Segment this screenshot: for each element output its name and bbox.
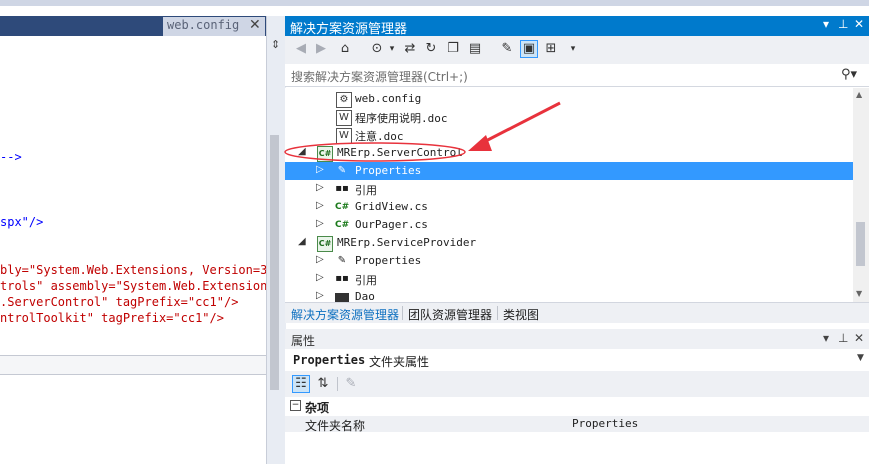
home-icon[interactable]: ⌂ (337, 41, 353, 57)
tree-item-references[interactable]: ▷ ▪▪ 引用 (285, 180, 853, 198)
code-line[interactable]: bly="System.Web.Extensions, Version=3. (0, 263, 275, 277)
code-editor[interactable] (0, 16, 266, 464)
main-toolbar-strip (0, 0, 869, 6)
csharp-project-icon: C# (317, 236, 333, 252)
code-line[interactable]: spx"/> (0, 215, 43, 229)
categorized-icon[interactable]: ☷ (292, 375, 310, 393)
solution-explorer-toolbar: ◀ ▶ ⌂ ⊙ ▾ ⇄ ↻ ❐ ▤ ✎ ▣ ⊞ ▾ (285, 36, 869, 64)
code-line[interactable]: trols" assembly="System.Web.Extensions, (0, 279, 282, 293)
show-all-files-icon[interactable]: ▤ (467, 41, 483, 57)
expand-arrow-icon[interactable]: ▷ (316, 218, 324, 229)
property-name: 文件夹名称 (305, 419, 366, 433)
refresh-icon[interactable]: ↻ (423, 41, 439, 57)
tab-label: web.config (167, 18, 240, 32)
properties-titlebar: 属性 ▾ ⊥ ✕ (285, 329, 869, 349)
expand-arrow-icon[interactable]: ▷ (316, 182, 324, 193)
expand-arrow-icon[interactable]: ▷ (316, 200, 324, 211)
forward-icon[interactable]: ▶ (313, 41, 329, 57)
explorer-tab-strip: 解决方案资源管理器 团队资源管理器 类视图 (285, 302, 869, 323)
tree-item-project[interactable]: ◢ C# MRErp.ServiceProvider (285, 234, 853, 252)
tree-item-label: Dao (355, 290, 375, 302)
property-row[interactable]: 文件夹名称 Properties (285, 416, 869, 433)
tree-item-label: GridView.cs (355, 200, 428, 213)
tree-item-label: MRErp.ServiceProvider (337, 236, 477, 249)
solution-explorer-title: 解决方案资源管理器 (290, 22, 408, 37)
references-icon: ▪▪ (335, 183, 349, 194)
tree-vertical-scrollbar[interactable]: ▲ ▼ (853, 88, 869, 302)
expand-arrow-icon[interactable]: ▷ (316, 272, 324, 283)
object-type: 文件夹属性 (369, 355, 430, 369)
close-icon[interactable]: ✕ (854, 17, 864, 31)
alphabetical-icon[interactable]: ⇅ (315, 376, 331, 392)
pin-icon[interactable]: ⊥ (838, 331, 848, 345)
csharp-file-icon: C# (335, 202, 350, 212)
solution-explorer-search[interactable]: 搜索解决方案资源管理器(Ctrl+;) ⚲▾ (285, 64, 869, 87)
back-icon[interactable]: ◀ (293, 41, 309, 57)
wrench-icon: ✎ (337, 255, 347, 266)
property-value[interactable]: Properties (572, 417, 638, 430)
code-line[interactable]: --> (0, 150, 22, 164)
tree-item-label: Properties (355, 254, 422, 267)
close-icon[interactable]: ✕ (249, 17, 261, 33)
references-icon: ▪▪ (335, 273, 349, 284)
preview-icon[interactable]: ▣ (520, 40, 538, 58)
expand-arrow-icon[interactable]: ▷ (316, 254, 324, 265)
collapse-icon[interactable]: − (290, 400, 301, 411)
expand-arrow-icon[interactable]: ▷ (316, 290, 324, 301)
scroll-up-icon[interactable]: ▲ (856, 90, 862, 99)
properties-toolbar: ☷ ⇅ ✎ (285, 371, 869, 397)
tree-item-properties[interactable]: ▷ ✎ Properties (285, 252, 853, 270)
search-input[interactable]: 搜索解决方案资源管理器(Ctrl+;) (291, 68, 468, 85)
tree-item-file[interactable]: ▷ C# OurPager.cs (285, 216, 853, 234)
arrow-head (468, 135, 492, 151)
collapse-all-icon[interactable]: ❐ (445, 41, 461, 57)
tree-item-references[interactable]: ▷ ▪▪ 引用 (285, 270, 853, 288)
code-line[interactable]: .ServerControl" tagPrefix="cc1"/> (0, 295, 238, 309)
arrow-shaft (477, 101, 561, 147)
solution-explorer-titlebar: 解决方案资源管理器 ▾ ⊥ ✕ (285, 16, 869, 37)
object-name: Properties (293, 353, 366, 367)
split-icon[interactable]: ⇕ (271, 38, 280, 51)
tree-item-file[interactable]: ▷ C# GridView.cs (285, 198, 853, 216)
editor-scrollbar-thumb[interactable] (270, 135, 279, 390)
class-diagram-icon[interactable]: ⊞ (543, 41, 559, 57)
window-position-dropdown-icon[interactable]: ▾ (823, 331, 829, 345)
search-icon[interactable]: ⚲▾ (841, 67, 857, 82)
chevron-down-icon[interactable]: ▼ (857, 353, 864, 363)
annotation-overlay (284, 101, 561, 162)
chevron-down-icon[interactable]: ▾ (384, 41, 400, 57)
tab-team-explorer[interactable]: 团队资源管理器 (408, 306, 492, 323)
wrench-icon[interactable]: ✎ (499, 41, 515, 57)
tab-separator (497, 306, 498, 320)
history-icon[interactable]: ⊙ (369, 41, 385, 57)
tree-item-label: 引用 (355, 184, 377, 197)
pin-icon[interactable]: ⊥ (838, 17, 848, 31)
toolbar-separator (337, 377, 338, 391)
object-selector[interactable]: Properties 文件夹属性 ▼ (285, 349, 869, 372)
window-position-dropdown-icon[interactable]: ▾ (823, 17, 829, 31)
collapse-arrow-icon[interactable]: ◢ (298, 236, 306, 247)
folder-icon (335, 293, 349, 302)
tab-separator (402, 306, 403, 320)
csharp-file-icon: C# (335, 220, 350, 230)
scroll-down-icon[interactable]: ▼ (856, 289, 862, 298)
property-pages-icon[interactable]: ✎ (343, 376, 359, 392)
tab-class-view[interactable]: 类视图 (503, 306, 539, 323)
tab-solution-explorer[interactable]: 解决方案资源管理器 (291, 306, 399, 323)
code-line[interactable]: ntrolToolkit" tagPrefix="cc1"/> (0, 311, 224, 325)
tree-item-folder[interactable]: ▷ Dao (285, 288, 853, 302)
category-label: 杂项 (305, 401, 330, 415)
properties-title: 属性 (291, 334, 316, 348)
chevron-down-icon[interactable]: ▾ (565, 41, 581, 57)
close-icon[interactable]: ✕ (854, 331, 864, 345)
tree-item-label: OurPager.cs (355, 218, 428, 231)
editor-horizontal-scrollbar[interactable] (0, 355, 266, 375)
scrollbar-thumb[interactable] (856, 222, 865, 266)
tab-web-config[interactable]: web.config ✕ (163, 17, 265, 36)
sync-icon[interactable]: ⇄ (402, 41, 418, 57)
category-row[interactable]: − 杂项 (285, 398, 869, 416)
tree-item-label: 引用 (355, 274, 377, 287)
highlight-ellipse (284, 142, 466, 162)
